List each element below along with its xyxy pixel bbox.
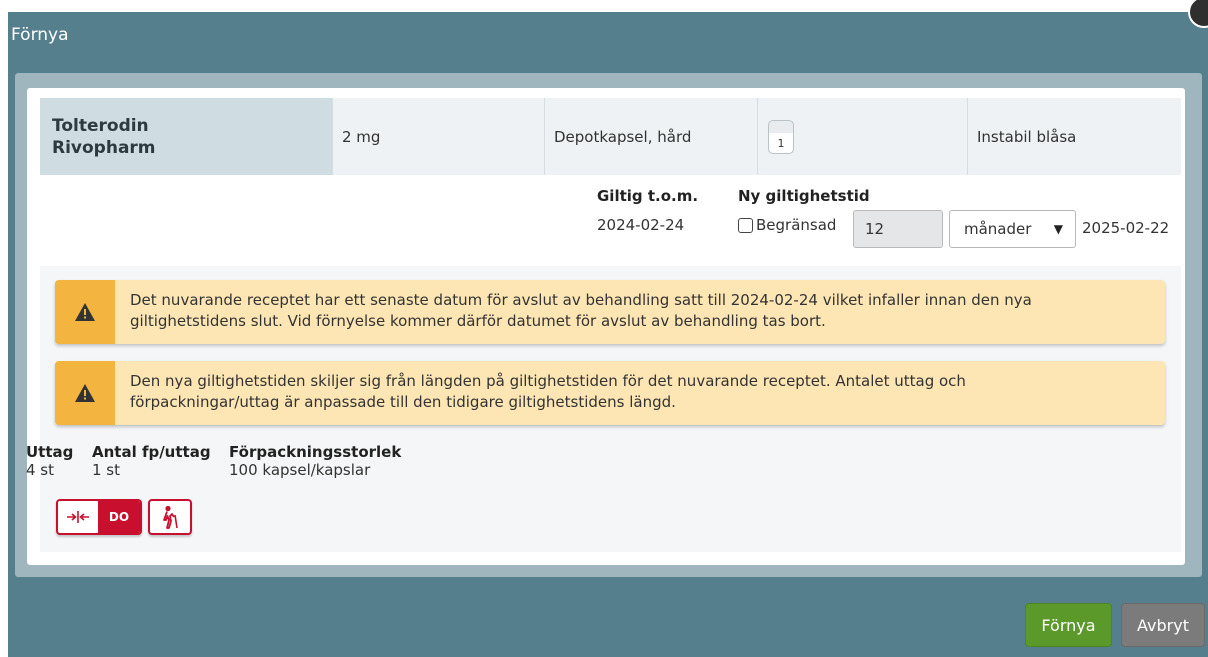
elderly-patient-badge[interactable]	[148, 499, 192, 535]
drug-name-line2: Rivopharm	[52, 137, 156, 158]
validity-unit-select[interactable]: månader ▼	[949, 210, 1076, 248]
new-validity-date: 2025-02-22	[1082, 219, 1170, 237]
packs-per-label: Antal fp/uttag	[92, 443, 211, 461]
warning-validity-length: Den nya giltighetstiden skiljer sig från…	[55, 361, 1165, 425]
drug-name-line1: Tolterodin	[52, 115, 149, 136]
current-validity-date: 2024-02-24	[597, 216, 685, 234]
new-validity: Ny giltighetstid Begränsad	[738, 187, 870, 234]
warning-line: Den nya giltighetstiden skiljer sig från…	[130, 372, 966, 390]
close-icon[interactable]	[1188, 0, 1208, 28]
dialog-panel: Tolterodin Rivopharm 2 mg Depotkapsel, h…	[15, 73, 1202, 577]
current-validity-label: Giltig t.o.m.	[597, 187, 699, 205]
drug-strength: 2 mg	[333, 98, 545, 175]
withdrawals-column: Uttag 4 st	[26, 443, 73, 479]
elderly-person-icon	[163, 505, 178, 529]
packs-per-value: 1 st	[92, 461, 121, 479]
warning-line: Det nuvarande receptet har ett senaste d…	[130, 291, 1032, 309]
chevron-down-icon: ▼	[1053, 222, 1063, 236]
limited-label: Begränsad	[756, 216, 837, 234]
validity-unit-value: månader	[964, 220, 1032, 238]
compress-arrows-icon	[58, 501, 98, 533]
package-count: 1	[777, 136, 785, 150]
warning-treatment-end: Det nuvarande receptet har ett senaste d…	[55, 280, 1165, 344]
prescription-card: Tolterodin Rivopharm 2 mg Depotkapsel, h…	[27, 88, 1185, 565]
warning-line: giltighetstidens slut. Vid förnyelse kom…	[130, 312, 826, 330]
drug-reason: Instabil blåsa	[977, 127, 1077, 146]
pack-size-value: 100 kapsel/kapslar	[229, 461, 371, 479]
warning-text: Den nya giltighetstiden skiljer sig från…	[130, 371, 1155, 413]
current-validity: Giltig t.o.m. 2024-02-24	[597, 187, 698, 234]
warning-icon	[55, 361, 115, 425]
drug-row: Tolterodin Rivopharm 2 mg Depotkapsel, h…	[40, 98, 1181, 175]
renew-dialog: Förnya Tolterodin Rivopharm 2 mg Depotka…	[8, 0, 1208, 657]
packs-per-column: Antal fp/uttag 1 st	[92, 443, 211, 479]
pack-size-column: Förpackningsstorlek 100 kapsel/kapslar	[229, 443, 401, 479]
new-validity-label: Ny giltighetstid	[738, 187, 870, 205]
dose-dispensing-badge[interactable]: DO	[56, 499, 142, 535]
badge-row: DO	[56, 499, 192, 535]
limited-checkbox[interactable]	[738, 218, 753, 233]
do-label: DO	[98, 501, 140, 533]
drug-form: Depotkapsel, hård	[545, 98, 758, 175]
warning-text: Det nuvarande receptet har ett senaste d…	[130, 290, 1155, 332]
cancel-button[interactable]: Avbryt	[1121, 603, 1205, 647]
warning-line: förpackningar/uttag är anpassade till de…	[130, 393, 676, 411]
warnings-area: Det nuvarande receptet har ett senaste d…	[40, 266, 1181, 552]
package-icon: 1	[768, 119, 794, 154]
warning-icon	[55, 280, 115, 344]
pack-size-label: Förpackningsstorlek	[229, 443, 402, 461]
renew-button[interactable]: Förnya	[1025, 603, 1112, 647]
limited-option[interactable]: Begränsad	[738, 216, 870, 234]
drug-name: Tolterodin Rivopharm	[40, 98, 333, 175]
validity-amount-input[interactable]: 12	[853, 210, 943, 248]
dialog-title: Förnya	[11, 25, 69, 45]
withdrawals-value: 4 st	[26, 461, 55, 479]
drug-package: 1	[758, 98, 968, 175]
withdrawals-label: Uttag	[26, 443, 74, 461]
